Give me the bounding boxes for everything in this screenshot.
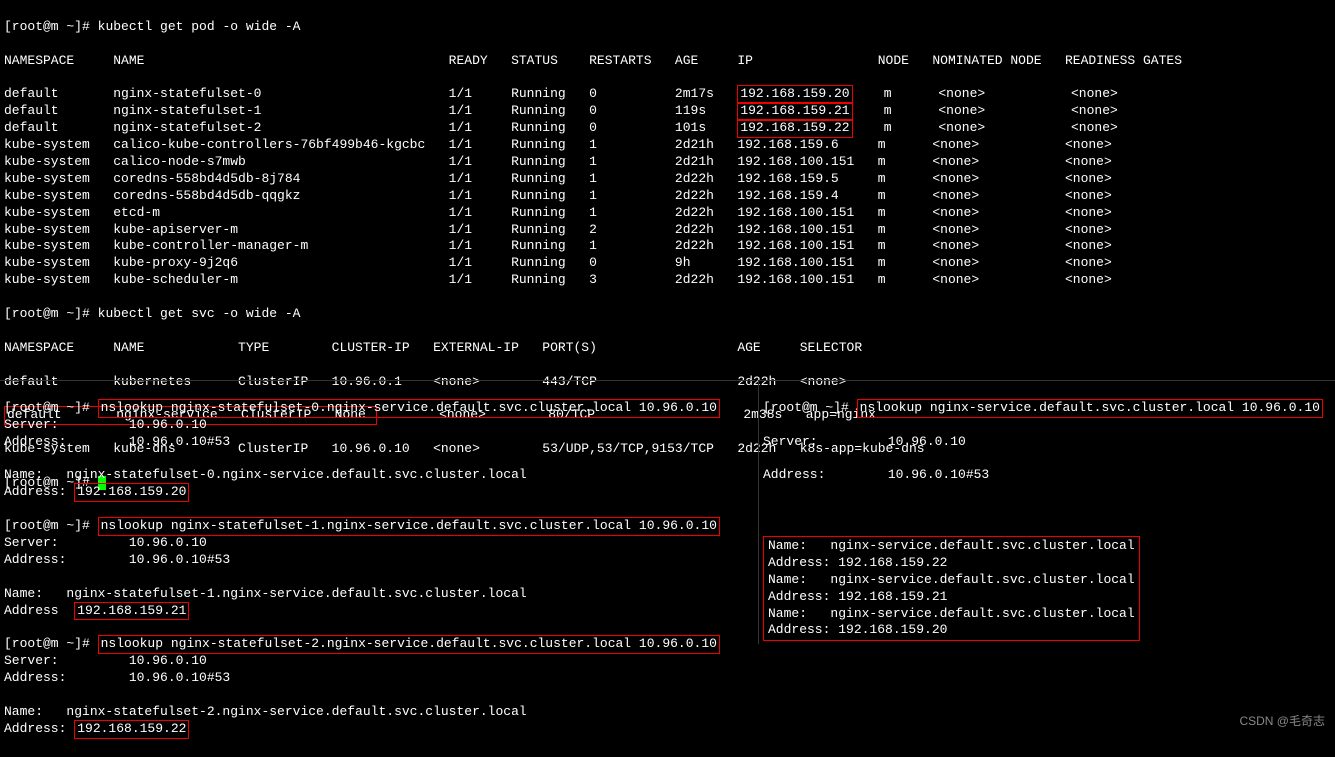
nslookup-block: [root@m ~]# nslookup nginx-statefulset-1… bbox=[4, 518, 751, 636]
pod-row: default nginx-statefulset-0 1/1 Running … bbox=[4, 86, 1331, 103]
dns-results-highlighted: Name: nginx-service.default.svc.cluster.… bbox=[763, 536, 1140, 641]
pod-row: kube-system coredns-558bd4d5db-8j784 1/1… bbox=[4, 171, 1331, 188]
watermark: CSDN @毛奇志 bbox=[1239, 714, 1325, 730]
dns-result-line: Name: nginx-service.default.svc.cluster.… bbox=[768, 572, 1135, 589]
nslookup-block: [root@m ~]# nslookup nginx-statefulset-2… bbox=[4, 636, 751, 737]
dns-result-line: Address: 192.168.159.21 bbox=[768, 589, 1135, 606]
dns-server-address: Address: 10.96.0.10#53 bbox=[763, 467, 1331, 484]
prompt: [root@m ~]# bbox=[4, 306, 90, 321]
pod-row: default nginx-statefulset-1 1/1 Running … bbox=[4, 103, 1331, 120]
pod-row: kube-system calico-node-s7mwb 1/1 Runnin… bbox=[4, 154, 1331, 171]
dns-result-line: Address: 192.168.159.22 bbox=[768, 555, 1135, 572]
pod-table-body: default nginx-statefulset-0 1/1 Running … bbox=[4, 86, 1331, 289]
pod-row: default nginx-statefulset-2 1/1 Running … bbox=[4, 120, 1331, 137]
dns-result-line: Address: 192.168.159.20 bbox=[768, 622, 1135, 639]
svc-table-header: NAMESPACE NAME TYPE CLUSTER-IP EXTERNAL-… bbox=[4, 340, 1331, 357]
nslookup-command: nslookup nginx-statefulset-2.nginx-servi… bbox=[98, 635, 720, 654]
pod-row: kube-system calico-kube-controllers-76bf… bbox=[4, 137, 1331, 154]
dns-result-line: Name: nginx-service.default.svc.cluster.… bbox=[768, 538, 1135, 555]
resolved-ip: 192.168.159.20 bbox=[74, 483, 189, 502]
pod-row: kube-system coredns-558bd4d5db-qqgkz 1/1… bbox=[4, 188, 1331, 205]
command-get-svc: kubectl get svc -o wide -A bbox=[98, 306, 301, 321]
prompt: [root@m ~]# bbox=[4, 19, 90, 34]
dns-result-line: Name: nginx-service.default.svc.cluster.… bbox=[768, 606, 1135, 623]
pod-row: kube-system kube-proxy-9j2q6 1/1 Running… bbox=[4, 255, 1331, 272]
pod-row: kube-system kube-scheduler-m 1/1 Running… bbox=[4, 272, 1331, 289]
nslookup-command: nslookup nginx-statefulset-1.nginx-servi… bbox=[98, 517, 720, 536]
pod-table-header: NAMESPACE NAME READY STATUS RESTARTS AGE… bbox=[4, 53, 1331, 70]
resolved-ip: 192.168.159.21 bbox=[74, 602, 189, 621]
terminal-bottom-right[interactable]: [root@m ~]# nslookup nginx-service.defau… bbox=[758, 380, 1335, 644]
dns-server: Server: 10.96.0.10 bbox=[763, 434, 1331, 451]
prompt: [root@m ~]# bbox=[763, 400, 849, 415]
pod-row: kube-system kube-controller-manager-m 1/… bbox=[4, 238, 1331, 255]
nslookup-command: nslookup nginx-statefulset-0.nginx-servi… bbox=[98, 399, 720, 418]
nslookup-command: nslookup nginx-service.default.svc.clust… bbox=[857, 399, 1323, 418]
terminal-bottom-left[interactable]: [root@m ~]# nslookup nginx-statefulset-0… bbox=[0, 380, 755, 757]
nslookup-block: [root@m ~]# nslookup nginx-statefulset-0… bbox=[4, 400, 751, 518]
pod-row: kube-system kube-apiserver-m 1/1 Running… bbox=[4, 222, 1331, 239]
pod-row: kube-system etcd-m 1/1 Running 1 2d22h 1… bbox=[4, 205, 1331, 222]
command-get-pods: kubectl get pod -o wide -A bbox=[98, 19, 301, 34]
